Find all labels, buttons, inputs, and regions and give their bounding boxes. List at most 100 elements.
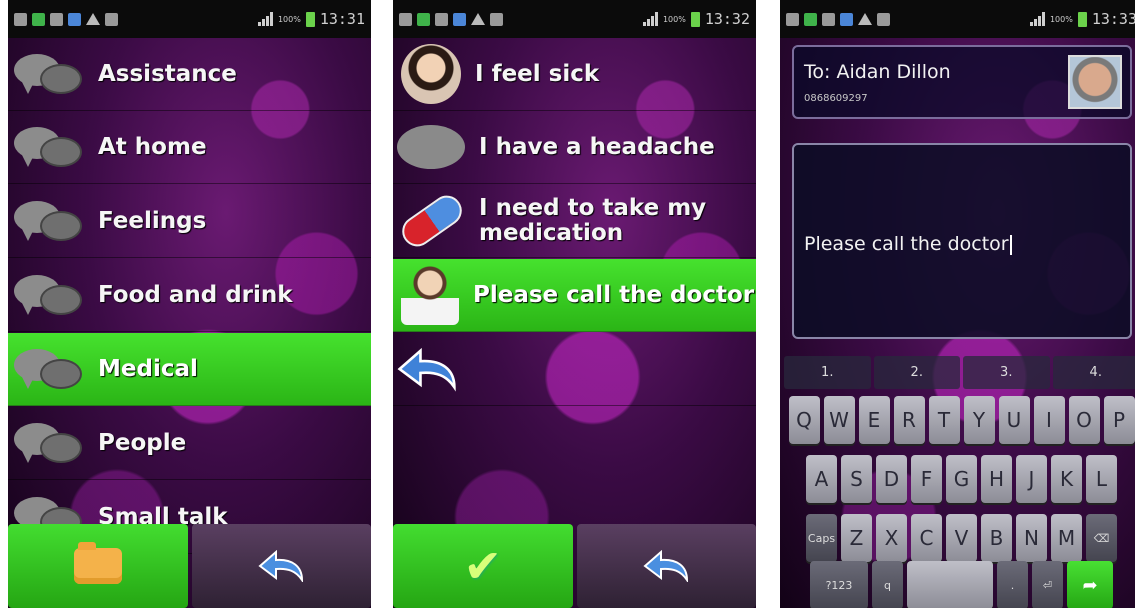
message-input[interactable]: Please call the doctor [792,143,1132,339]
caps-key[interactable]: Caps [806,514,837,562]
key-y[interactable]: Y [963,396,995,444]
signal-icon [642,12,658,26]
space-key[interactable] [907,561,993,608]
clock: 13:31 [319,10,365,28]
symbols-key[interactable]: ?123 [810,561,868,608]
key-a[interactable]: A [806,455,837,503]
back-button[interactable] [576,524,756,608]
file-icon [68,12,81,26]
battery-percent: 100% [662,14,686,24]
folder-icon [73,542,122,584]
battery-percent: 100% [1049,14,1073,24]
key-s[interactable]: S [841,455,872,503]
key-o[interactable]: O [1068,396,1100,444]
key-t[interactable]: T [928,396,960,444]
backspace-icon: ⌫ [1093,531,1110,545]
key-l[interactable]: L [1086,455,1117,503]
phrase-back-row[interactable] [393,333,756,406]
key-z[interactable]: Z [841,514,872,562]
key-r[interactable]: R [893,396,925,444]
key-d[interactable]: D [876,455,907,503]
phrase-call-doctor[interactable]: Please call the doctor [393,259,756,332]
phrase-label: I need to take my medication [479,195,707,246]
category-food-and-drink[interactable]: Food and drink [8,259,371,332]
status-bar: 100% 13:32 [393,0,756,38]
category-medical[interactable]: Medical [8,333,371,406]
key-u[interactable]: U [998,396,1030,444]
key-w[interactable]: W [823,396,855,444]
category-feelings[interactable]: Feelings [8,185,371,258]
phrase-medication[interactable]: I need to take my medication [393,185,756,258]
speech-bubbles-icon [12,265,84,325]
recipient-field[interactable]: To: Aidan Dillon 0868609297 [792,45,1132,119]
status-bar: 100% 13:31 [8,0,371,38]
key-g[interactable]: G [946,455,977,503]
mail-icon [877,12,890,26]
recipient-phone: 0868609297 [804,93,868,104]
comma-key[interactable]: q [872,561,903,608]
key-k[interactable]: K [1051,455,1082,503]
category-at-home[interactable]: At home [8,111,371,184]
key-m[interactable]: M [1051,514,1082,562]
key-row-2: A S D F G H J K L [780,455,1135,503]
status-bar: 100% 13:33 [780,0,1135,38]
number-key[interactable]: 3. [963,356,1050,389]
category-people[interactable]: People [8,407,371,480]
category-label: At home [98,133,207,160]
key-b[interactable]: B [981,514,1012,562]
warning-icon [858,13,872,25]
bottom-toolbar [8,524,371,608]
key-q[interactable]: Q [788,396,820,444]
phrase-headache[interactable]: I have a headache [393,111,756,184]
phrase-i-feel-sick[interactable]: I feel sick [393,38,756,111]
key-e[interactable]: E [858,396,890,444]
send-icon: ➦ [1082,574,1098,596]
category-label: Medical [98,355,198,382]
folder-button[interactable] [8,524,188,608]
mail-icon [105,12,118,26]
file-icon [453,12,466,26]
enter-key[interactable]: ⏎ [1032,561,1063,608]
phrase-label: Please call the doctor [473,281,755,308]
key-c[interactable]: C [911,514,942,562]
number-key[interactable]: 2. [873,356,960,389]
pill-icon [396,189,468,253]
speech-bubbles-icon [12,191,84,251]
category-label: People [98,429,187,456]
key-x[interactable]: X [876,514,907,562]
key-row-4: ?123 q . ⏎ ➦ [780,561,1135,608]
key-h[interactable]: H [981,455,1012,503]
key-i[interactable]: I [1033,396,1065,444]
confirm-button[interactable]: ✔ [393,524,573,608]
mail-icon [490,12,503,26]
key-n[interactable]: N [1016,514,1047,562]
send-key[interactable]: ➦ [1067,561,1113,608]
back-button[interactable] [191,524,371,608]
signal-icon [257,12,273,26]
backspace-key[interactable]: ⌫ [1086,514,1117,562]
number-key[interactable]: 1. [784,356,871,389]
warning-icon [86,13,100,25]
key-j[interactable]: J [1016,455,1047,503]
key-f[interactable]: F [911,455,942,503]
category-assistance[interactable]: Assistance [8,38,371,111]
period-key[interactable]: . [997,561,1028,608]
contact-photo[interactable] [1068,55,1122,109]
signal-icon [1029,12,1045,26]
number-key[interactable]: 4. [1052,356,1135,389]
screen-compose-message: 100% 13:33 To: Aidan Dillon 0868609297 P… [780,0,1135,608]
key-row-3: Caps Z X C V B N M ⌫ [780,514,1135,562]
woman-avatar-icon [401,44,461,104]
category-label: Food and drink [98,281,293,308]
key-p[interactable]: P [1103,396,1135,444]
usb-icon [822,12,835,26]
usb-icon [435,12,448,26]
usb-icon [50,12,63,26]
download-icon [804,12,817,26]
check-icon: ✔ [463,539,503,593]
back-arrow-icon [258,550,304,582]
speech-bubbles-icon [12,413,84,473]
doctor-icon [401,265,459,325]
enter-icon: ⏎ [1042,578,1053,592]
key-v[interactable]: V [946,514,977,562]
